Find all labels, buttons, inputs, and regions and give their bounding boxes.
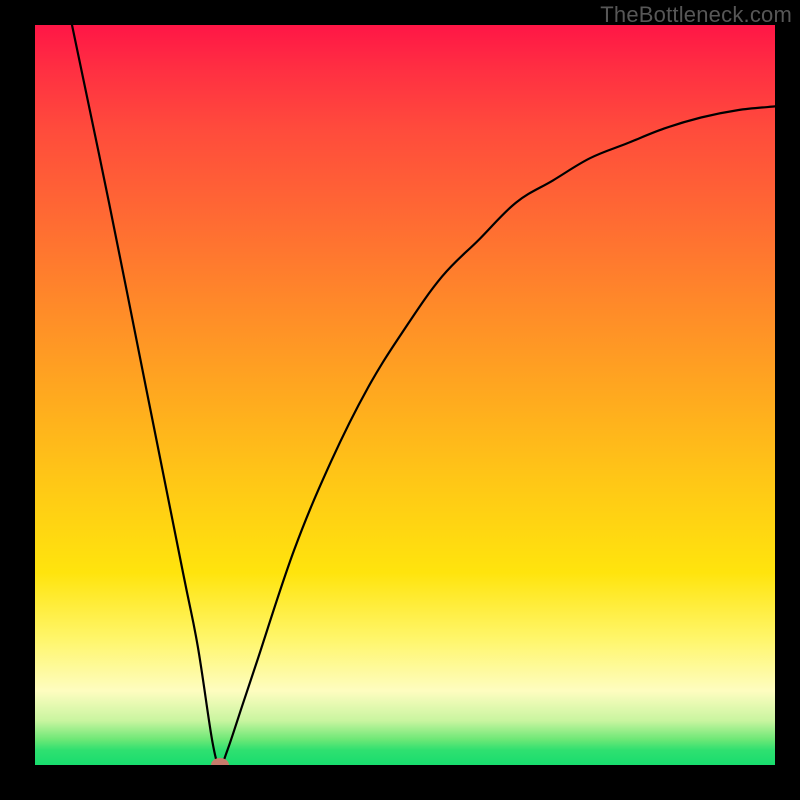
watermark-text: TheBottleneck.com bbox=[600, 2, 792, 28]
chart-frame: TheBottleneck.com bbox=[0, 0, 800, 800]
plot-area bbox=[35, 25, 775, 765]
bottleneck-curve bbox=[35, 25, 775, 765]
minimum-marker-dot bbox=[211, 758, 229, 765]
